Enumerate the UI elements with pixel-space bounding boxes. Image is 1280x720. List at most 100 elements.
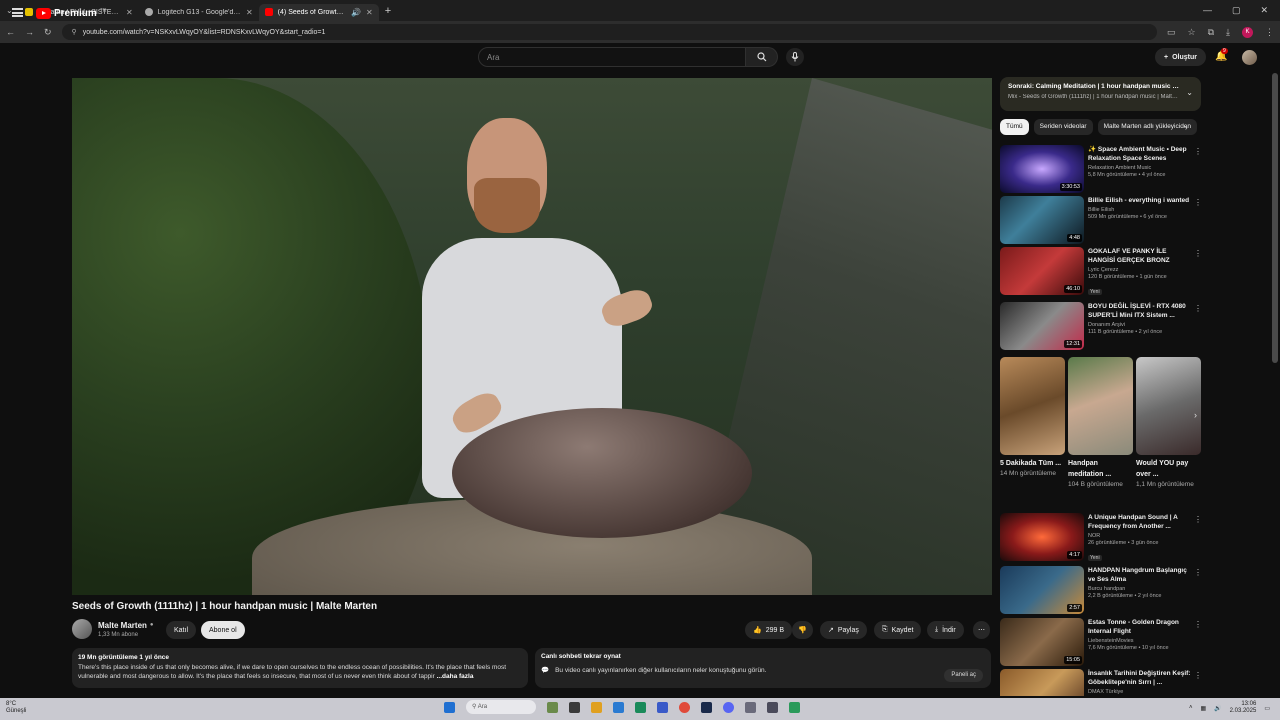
mail-icon[interactable] [657, 701, 668, 713]
show-more-link[interactable]: ...daha fazla [437, 673, 474, 680]
short-thumbnail[interactable] [1000, 357, 1065, 455]
voice-search-button[interactable] [786, 48, 804, 66]
tab-3[interactable]: (4) Seeds of Growth (1111hz) 🔊 ✕ [258, 3, 379, 21]
page-scrollbar[interactable] [1272, 73, 1278, 363]
short-item[interactable]: Would YOU pay over ... 1,1 Mn görüntülem… [1136, 357, 1201, 507]
channel-name-row[interactable]: Malte Marten ● [98, 621, 154, 630]
minimize-icon[interactable]: — [1203, 5, 1212, 16]
open-panel-button[interactable]: Paneli aç [944, 669, 983, 682]
spotify-icon[interactable] [789, 701, 800, 713]
short-item[interactable]: 5 Dakikada Tüm ... 14 Mn görüntüleme [1000, 357, 1065, 507]
settings-icon[interactable] [745, 701, 756, 713]
weather-widget[interactable]: 8°C Güneşli [6, 701, 26, 715]
more-vert-icon[interactable]: ⋮ [1194, 304, 1202, 313]
save-button[interactable]: ⎘ Kaydet [874, 621, 922, 639]
list-item[interactable]: 3:30:53 ✨ Space Ambient Music • Deep Rel… [1000, 145, 1204, 193]
create-button[interactable]: + Oluştur [1155, 48, 1206, 66]
edge-icon[interactable] [613, 701, 624, 713]
url-field[interactable]: ⚲ youtube.com/watch?v=NSKxvLWqyOY&list=R… [61, 24, 1157, 40]
short-thumbnail[interactable] [1136, 357, 1201, 455]
download-button[interactable]: ⤓ İndir [927, 621, 964, 639]
list-item[interactable]: 15:05 Estas Tonne - Golden Dragon Intern… [1000, 618, 1204, 666]
short-thumbnail[interactable] [1068, 357, 1133, 455]
list-item[interactable]: 4:17 A Unique Handpan Sound | A Frequenc… [1000, 513, 1204, 561]
list-item[interactable]: 12:31 BOYU DEĞİL İŞLEVİ - RTX 4080 SUPER… [1000, 302, 1204, 350]
back-icon[interactable]: ← [6, 27, 15, 37]
downloads-icon[interactable]: ⤓ [1226, 27, 1230, 38]
more-vert-icon[interactable]: ⋮ [1194, 198, 1202, 207]
windows-start-icon[interactable] [444, 701, 455, 713]
browser-menu-icon[interactable]: ⋮ [1265, 27, 1274, 38]
site-info-icon[interactable]: ⚲ [72, 28, 77, 36]
share-button[interactable]: ↗ Paylaş [820, 621, 867, 639]
more-actions-button[interactable]: ⋯ [973, 621, 990, 639]
cast-icon[interactable]: ▭ [1167, 27, 1176, 38]
app-icon[interactable] [767, 701, 778, 713]
video-thumbnail[interactable]: 2:57 [1000, 566, 1084, 614]
close-icon[interactable]: ✕ [366, 8, 373, 17]
up-next-panel[interactable]: Sonraki: Calming Meditation | 1 hour han… [1000, 77, 1201, 111]
menu-icon[interactable] [12, 8, 23, 17]
close-icon[interactable]: ✕ [126, 8, 133, 17]
file-explorer-icon[interactable] [591, 701, 602, 713]
extensions-icon[interactable]: ⧉ [1208, 27, 1214, 38]
video-thumbnail[interactable]: 46:10 [1000, 247, 1084, 295]
notification-center-icon[interactable]: ▭ [1264, 705, 1270, 712]
task-view-icon[interactable] [569, 701, 580, 713]
like-button[interactable]: 👍 299 B [745, 621, 793, 639]
more-vert-icon[interactable]: ⋮ [1194, 568, 1202, 577]
more-vert-icon[interactable]: ⋮ [1194, 249, 1202, 258]
join-button[interactable]: Katıl [166, 621, 197, 639]
video-thumbnail[interactable]: 12:31 [1000, 302, 1084, 350]
new-tab-icon[interactable]: + [385, 5, 391, 17]
chevron-right-icon[interactable]: › [1185, 123, 1188, 132]
chip-all[interactable]: Tümü [1000, 119, 1029, 135]
video-thumbnail[interactable]: 3:30:53 [1000, 145, 1084, 193]
channel-avatar[interactable] [72, 619, 92, 639]
dislike-button[interactable]: 👎 [792, 621, 813, 639]
chip-uploader[interactable]: Malte Marten adlı yükleyiciden [1097, 119, 1198, 135]
maximize-icon[interactable]: ▢ [1232, 5, 1241, 16]
short-item[interactable]: Handpan meditation ... 104 B görüntüleme [1068, 357, 1133, 507]
list-item[interactable]: 4:48 Billie Eilish - everything i wanted… [1000, 196, 1204, 244]
description-box[interactable]: 19 Mn görüntüleme 1 yıl önce There's thi… [72, 648, 528, 688]
more-vert-icon[interactable]: ⋮ [1194, 671, 1202, 680]
discord-icon[interactable] [723, 701, 734, 713]
youtube-logo[interactable]: Premium TR [36, 8, 106, 19]
steam-icon[interactable] [701, 701, 712, 713]
clock[interactable]: 13:06 2.03.2025 [1230, 701, 1257, 715]
video-thumbnail[interactable] [1000, 669, 1084, 696]
tray-chevron-icon[interactable]: ˄ [1189, 705, 1193, 711]
profile-icon[interactable]: K [1242, 26, 1253, 38]
notifications-button[interactable]: 🔔 9 [1215, 48, 1228, 62]
window-close-icon[interactable]: ✕ [1260, 5, 1268, 16]
reload-icon[interactable]: ↻ [44, 27, 52, 38]
network-icon[interactable]: ▦ [1200, 705, 1206, 712]
close-icon[interactable]: ✕ [246, 8, 253, 17]
video-thumbnail[interactable]: 4:48 [1000, 196, 1084, 244]
bookmark-star-icon[interactable]: ☆ [1188, 27, 1196, 38]
account-avatar[interactable] [1242, 50, 1257, 65]
video-thumbnail[interactable]: 4:17 [1000, 513, 1084, 561]
shorts-next-icon[interactable]: › [1194, 410, 1197, 420]
forward-icon[interactable]: → [25, 27, 34, 37]
search-button[interactable] [746, 47, 778, 67]
chip-series[interactable]: Seriden videolar [1033, 119, 1093, 135]
speaker-icon[interactable]: 🔊 [351, 8, 361, 17]
search-input[interactable]: Ara [478, 47, 746, 67]
list-item[interactable]: 46:10 GOKALAF VE PANKY İLE HANGİSİ GERÇE… [1000, 247, 1204, 295]
list-item[interactable]: İnsanlık Tarihini Değiştiren Keşif: Göbe… [1000, 669, 1204, 696]
more-vert-icon[interactable]: ⋮ [1194, 620, 1202, 629]
more-vert-icon[interactable]: ⋮ [1194, 515, 1202, 524]
tab-2[interactable]: Logitech G13 - Google'da Ara ✕ [139, 4, 259, 21]
list-item[interactable]: 2:57 HANDPAN Hangdrum Başlangıç ve Ses A… [1000, 566, 1204, 614]
video-thumbnail[interactable]: 15:05 [1000, 618, 1084, 666]
store-icon[interactable] [635, 701, 646, 713]
subscribe-button[interactable]: Abone ol [201, 621, 245, 639]
chevron-down-icon[interactable]: ⌄ [1186, 88, 1193, 97]
volume-icon[interactable]: 🔊 [1214, 705, 1221, 712]
taskbar-search-input[interactable]: ⚲ Ara [466, 700, 536, 714]
widgets-icon[interactable] [547, 701, 558, 713]
video-player[interactable] [72, 78, 992, 595]
chrome-icon[interactable] [679, 701, 690, 713]
